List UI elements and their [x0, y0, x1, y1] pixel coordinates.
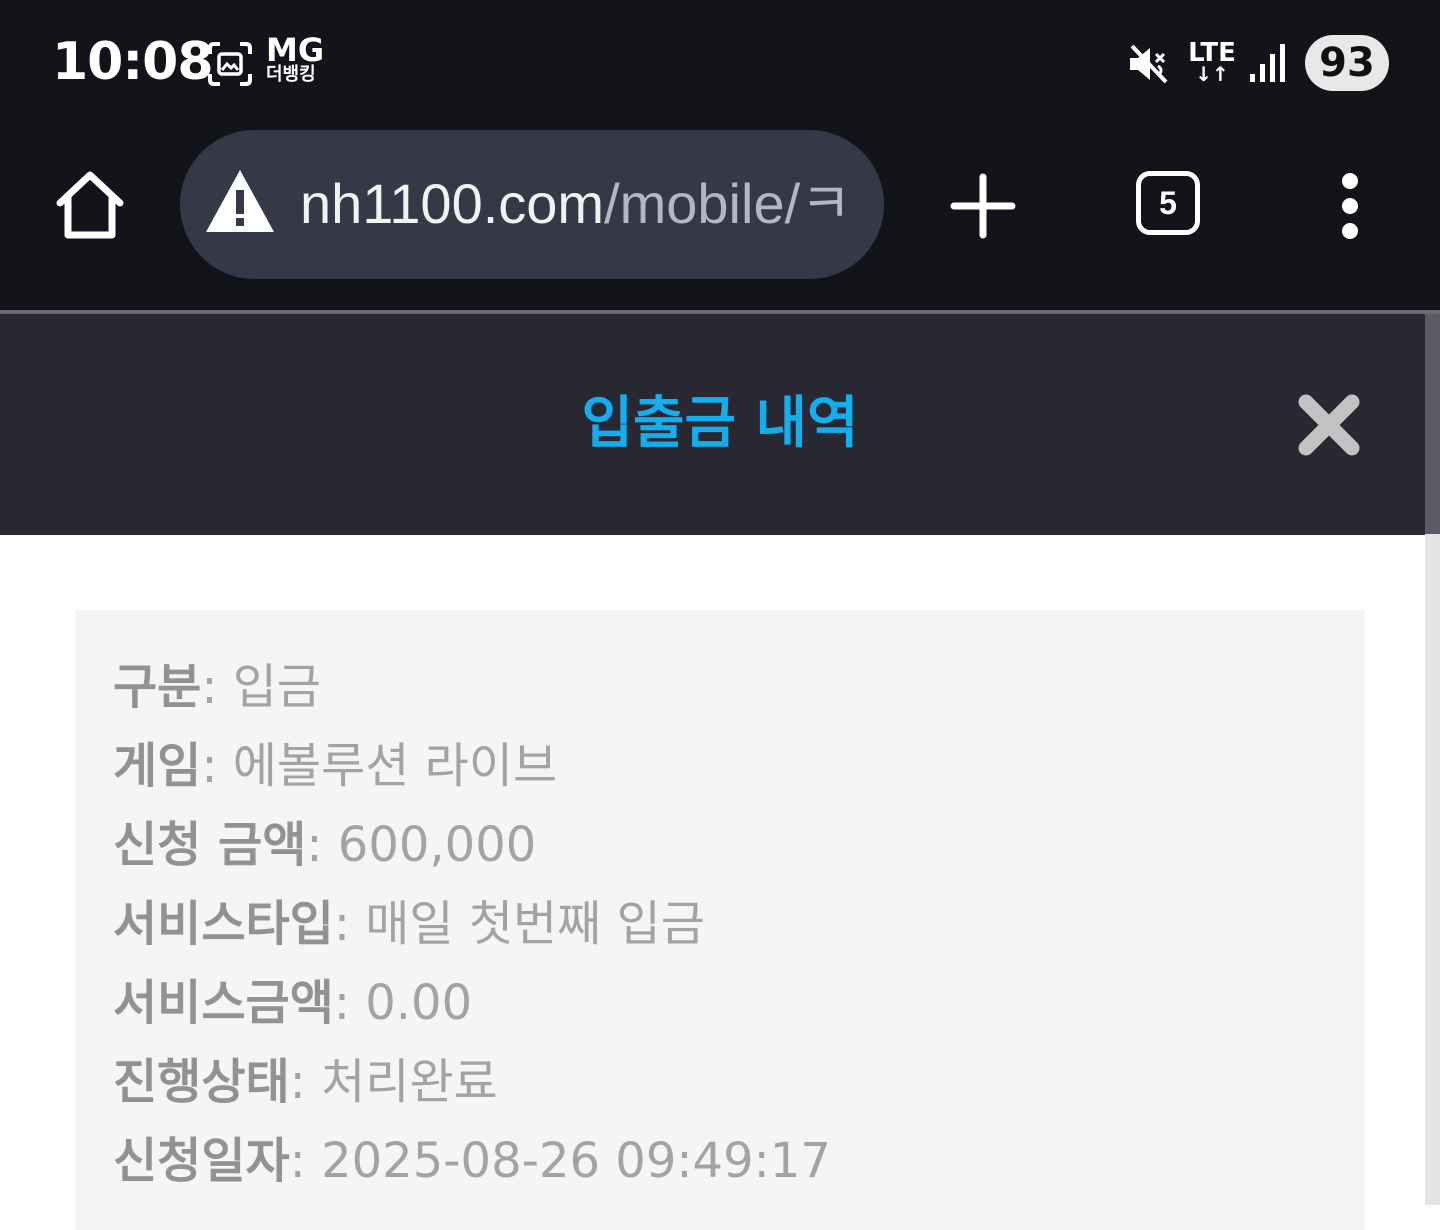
detail-label: 서비스금액 [113, 975, 334, 1031]
url-fade [844, 130, 884, 279]
detail-service-amount: 서비스금액: 0.00 [113, 975, 473, 1031]
transaction-card: 구분: 입금 게임: 에볼루션 라이브 신청 금액: 600,000 서비스타입… [75, 610, 1365, 1230]
detail-label: 신청일자 [113, 1133, 290, 1189]
url-path: /mobile/ [604, 172, 801, 235]
close-icon[interactable] [1296, 392, 1362, 458]
warning-icon[interactable] [204, 168, 276, 236]
detail-value: 입금 [232, 659, 322, 715]
detail-amount: 신청 금액: 600,000 [113, 817, 537, 873]
plus-icon[interactable] [950, 173, 1016, 239]
carrier-name: MG [266, 31, 325, 69]
detail-date: 신청일자: 2025-08-26 09:49:17 [113, 1133, 831, 1189]
url-text[interactable]: nh1100.com/mobile/ㅋ [300, 168, 852, 240]
home-icon[interactable] [52, 167, 128, 243]
battery-indicator: 93 [1305, 35, 1389, 91]
mute-icon [1130, 44, 1168, 84]
detail-label: 서비스타입 [113, 896, 334, 952]
detail-service-type: 서비스타입: 매일 첫번째 입금 [113, 896, 705, 952]
detail-value: 2025-08-26 09:49:17 [321, 1133, 831, 1189]
detail-label: 진행상태 [113, 1054, 290, 1110]
menu-icon[interactable] [1330, 171, 1370, 241]
detail-value: 매일 첫번째 입금 [365, 896, 705, 952]
carrier-label: MG 더뱅킹 [266, 34, 324, 84]
detail-value: 처리완료 [321, 1054, 498, 1110]
lte-indicator: LTE ↓↑ [1188, 40, 1236, 84]
modal-header: 입출금 내역 [0, 314, 1425, 535]
detail-label: 신청 금액 [113, 817, 307, 873]
signal-icon [1250, 44, 1285, 82]
detail-type: 구분: 입금 [113, 659, 322, 715]
url-host: nh1100.com [300, 172, 605, 235]
clock: 10:08 [52, 32, 214, 92]
detail-value: 600,000 [337, 817, 537, 873]
detail-status: 진행상태: 처리완료 [113, 1054, 498, 1110]
carrier-sub: 더뱅킹 [266, 64, 316, 85]
detail-label: 게임 [113, 738, 202, 794]
detail-label: 구분 [113, 659, 202, 715]
detail-game: 게임: 에볼루션 라이브 [113, 738, 558, 794]
scrollbar-thumb[interactable] [1425, 314, 1440, 534]
detail-value: 에볼루션 라이브 [232, 738, 558, 794]
transaction-details: 구분: 입금 게임: 에볼루션 라이브 신청 금액: 600,000 서비스타입… [113, 652, 831, 1205]
browser-toolbar: nh1100.com/mobile/ㅋ 5 [0, 125, 1440, 310]
detail-value: 0.00 [365, 975, 473, 1031]
modal-body: 구분: 입금 게임: 에볼루션 라이브 신청 금액: 600,000 서비스타입… [0, 535, 1425, 1230]
address-bar[interactable]: nh1100.com/mobile/ㅋ [180, 130, 884, 279]
modal-title: 입출금 내역 [581, 391, 859, 456]
status-bar: 10:08 MG 더뱅킹 LTE ↓↑ 93 [0, 0, 1440, 125]
screenshot-icon [208, 42, 252, 86]
tab-switcher-button[interactable]: 5 [1136, 171, 1200, 235]
